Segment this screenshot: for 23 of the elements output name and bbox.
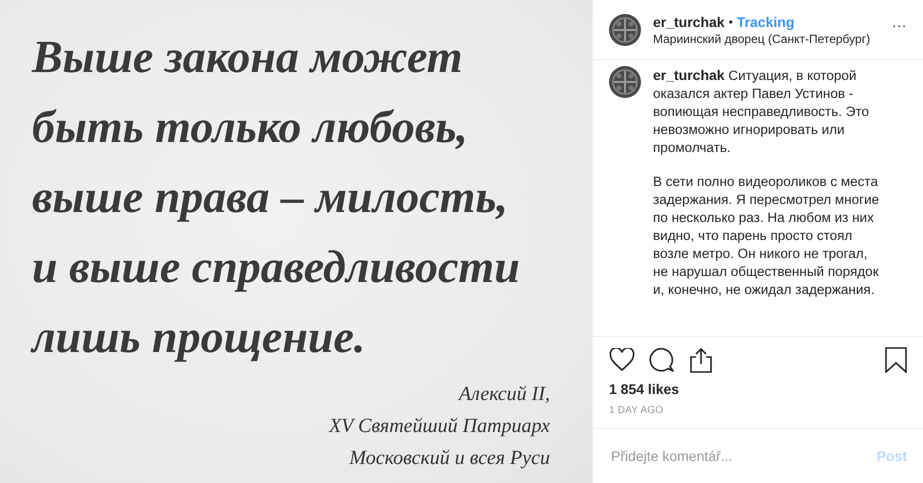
caption-text: er_turchak Ситуация, в которой оказался актер Павел Устинов - вопиющая несправедливость. Это невозможно игнорировать или промолчать. <box>653 66 870 157</box>
likes-count[interactable]: 1 854 likes <box>609 381 907 397</box>
more-options-button[interactable]: ... <box>892 14 907 30</box>
quote-line: выше права – милость, <box>32 170 509 224</box>
quote-line: лишь прощение. <box>32 310 366 364</box>
attribution-line: XV Святейший Патриарх <box>329 414 550 439</box>
username-link[interactable]: er_turchak <box>653 67 725 83</box>
quote-line: быть только любовь, <box>32 100 469 154</box>
username-link[interactable]: er_turchak <box>653 14 725 30</box>
post-time: 1 DAY AGO <box>609 405 664 416</box>
caption-text: В сети полно видеороликов с места задержания. Я пересмотрел многие по несколько раз. На любом из них видно, что парень просто стоял возле метро. Он никого не трогал, не нарушал общественный порядок и, конечно, не ожидал задержания. <box>653 173 880 299</box>
quote-line: Выше закона может <box>32 30 464 84</box>
comment-icon[interactable] <box>649 347 675 373</box>
heart-icon[interactable] <box>609 348 635 372</box>
location-link[interactable]: Мариинский дворец (Санкт-Петербург) <box>653 32 880 46</box>
avatar-icon[interactable] <box>609 14 641 46</box>
share-icon[interactable] <box>689 347 713 373</box>
attribution-line: Московский и всея Руси <box>349 446 550 471</box>
quote-line: и выше справедливости <box>32 240 521 294</box>
separator-dot: • <box>728 14 733 28</box>
avatar-icon[interactable] <box>609 66 641 98</box>
attribution-line: Алексий II, <box>458 382 550 407</box>
bookmark-icon[interactable] <box>885 347 907 373</box>
